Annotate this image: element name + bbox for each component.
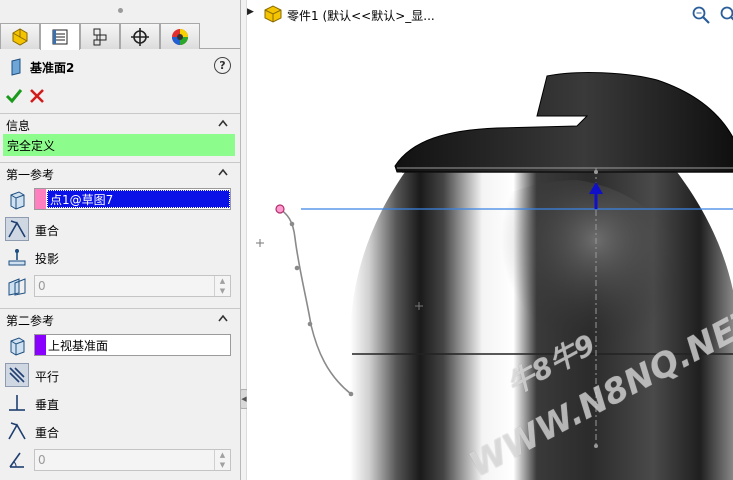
perpendicular-label: 垂直 bbox=[35, 398, 60, 412]
configuration-manager-tab[interactable] bbox=[80, 23, 120, 49]
display-manager-tab[interactable] bbox=[160, 23, 200, 49]
parallel-button[interactable] bbox=[5, 363, 29, 387]
first-reference-value: 0 bbox=[38, 279, 46, 293]
angle-icon bbox=[9, 452, 24, 468]
manager-tab-bar bbox=[0, 21, 240, 50]
model-scene[interactable] bbox=[247, 0, 733, 480]
parallel-icon bbox=[9, 367, 25, 383]
cube-face-icon bbox=[10, 337, 25, 356]
reference-plane-icon bbox=[11, 58, 21, 76]
parallel-label: 平行 bbox=[35, 370, 60, 384]
second-reference-header-label: 第二参考 bbox=[6, 314, 55, 328]
cube-face-icon bbox=[10, 191, 25, 210]
sketch-point bbox=[307, 321, 313, 327]
first-reference-section-header[interactable]: 第一参考 bbox=[0, 162, 240, 182]
crosshair-icon bbox=[131, 27, 149, 46]
coincident-button[interactable] bbox=[5, 217, 29, 241]
configuration-icon bbox=[93, 28, 107, 45]
first-reference-offset-icon bbox=[5, 274, 29, 298]
ok-check-button[interactable] bbox=[5, 87, 23, 105]
project-button[interactable] bbox=[5, 245, 29, 269]
perpendicular-button[interactable] bbox=[5, 391, 29, 415]
chevron-up-icon[interactable] bbox=[217, 167, 229, 177]
second-reference-color-swatch bbox=[35, 335, 46, 355]
feature-tree-flyout[interactable]: ▶ 零件1 (默认<<默认>_显... bbox=[247, 2, 667, 26]
second-reference-selection-text: 上视基准面 bbox=[48, 339, 109, 353]
second-reference-value-stepper[interactable]: 0 ▲ ▼ bbox=[34, 449, 231, 471]
sketch-profile-curve[interactable] bbox=[279, 208, 352, 395]
property-manager-header: 基准面2 ? bbox=[0, 56, 240, 78]
sketch-point bbox=[348, 391, 354, 397]
stepper-down-icon[interactable]: ▼ bbox=[215, 460, 230, 470]
help-icon[interactable]: ? bbox=[214, 57, 231, 74]
panel-grip[interactable] bbox=[0, 0, 240, 21]
selected-point-1[interactable] bbox=[275, 204, 285, 214]
coincident-2-button[interactable] bbox=[5, 419, 29, 443]
perpendicular-icon bbox=[9, 395, 25, 411]
zoom-to-fit-icon[interactable] bbox=[691, 5, 711, 25]
property-manager-panel: 基准面2 ? 信息 完全定义 第一参考 点1@草图7 重合 投影 0 ▲ ▼ 第二… bbox=[0, 0, 241, 480]
property-list-icon bbox=[52, 29, 68, 45]
first-reference-value-stepper[interactable]: 0 ▲ ▼ bbox=[34, 275, 231, 297]
first-reference-header-label: 第一参考 bbox=[6, 168, 55, 182]
zoom-to-area-icon[interactable] bbox=[719, 5, 733, 25]
second-reference-angle-icon bbox=[5, 448, 29, 472]
cancel-x-button[interactable] bbox=[28, 87, 46, 105]
second-reference-selection-box[interactable]: 上视基准面 bbox=[34, 334, 231, 356]
axis-top-point bbox=[594, 170, 598, 174]
project-label: 投影 bbox=[35, 252, 60, 266]
origin-cross-icon bbox=[256, 239, 264, 247]
first-reference-selection-box[interactable]: 点1@草图7 bbox=[34, 188, 231, 210]
sketch-point bbox=[294, 265, 300, 271]
expand-arrow-icon[interactable]: ▶ bbox=[247, 7, 254, 17]
first-reference-entity-icon bbox=[5, 188, 29, 212]
stepper-up-icon[interactable]: ▲ bbox=[215, 450, 230, 460]
offset-distance-icon bbox=[8, 278, 26, 296]
coincident-2-label: 重合 bbox=[35, 426, 60, 440]
stepper-up-icon[interactable]: ▲ bbox=[215, 276, 230, 286]
coincident-icon bbox=[8, 422, 26, 440]
stepper-arrows[interactable]: ▲ ▼ bbox=[214, 450, 230, 470]
chevron-up-icon[interactable] bbox=[217, 118, 229, 128]
sketch-point bbox=[289, 221, 295, 227]
info-section-header[interactable]: 信息 bbox=[0, 113, 240, 133]
status-badge: 完全定义 bbox=[3, 134, 235, 156]
dimxpert-tab[interactable] bbox=[120, 23, 160, 49]
graphics-viewport[interactable]: ▶ 零件1 (默认<<默认>_显... 牛8牛9 WWW.N8NQ.NET bbox=[247, 0, 733, 480]
part-icon bbox=[264, 5, 282, 23]
axis-bottom-point bbox=[594, 444, 598, 448]
coincident-icon bbox=[8, 220, 26, 238]
project-icon bbox=[8, 249, 26, 266]
second-reference-value: 0 bbox=[38, 453, 46, 467]
first-reference-selection-text: 点1@草图7 bbox=[47, 190, 230, 208]
stepper-down-icon[interactable]: ▼ bbox=[215, 286, 230, 296]
info-header-label: 信息 bbox=[6, 119, 31, 133]
second-reference-entity-icon bbox=[5, 334, 29, 358]
kettle-lid[interactable] bbox=[394, 72, 733, 173]
feature-manager-tab[interactable] bbox=[0, 23, 40, 49]
second-reference-section-header[interactable]: 第二参考 bbox=[0, 308, 240, 328]
chevron-up-icon[interactable] bbox=[217, 313, 229, 323]
feature-tree-icon bbox=[12, 27, 28, 46]
page-title: 基准面2 bbox=[30, 61, 75, 75]
part-name-label[interactable]: 零件1 (默认<<默认>_显... bbox=[287, 7, 435, 24]
first-reference-color-swatch bbox=[35, 189, 46, 209]
stepper-arrows[interactable]: ▲ ▼ bbox=[214, 276, 230, 296]
coincident-label: 重合 bbox=[35, 224, 60, 238]
property-manager-tab[interactable] bbox=[40, 23, 80, 50]
color-wheel-icon bbox=[172, 28, 188, 45]
